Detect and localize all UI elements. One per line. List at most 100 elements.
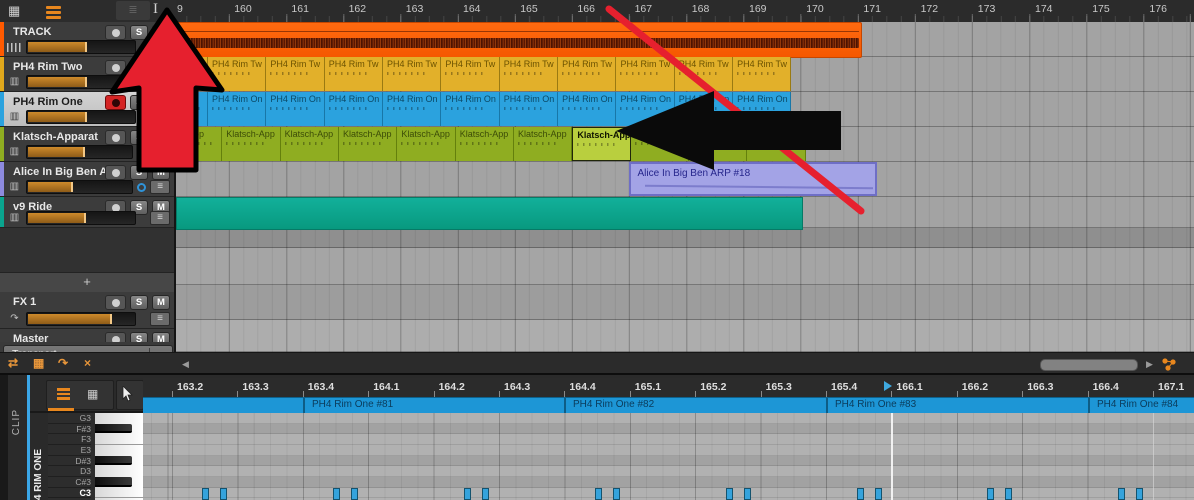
scroll-left-icon[interactable]: ◀ — [182, 359, 189, 370]
solo-button[interactable]: S — [130, 165, 148, 180]
arrangement-clip[interactable]: PH4 Rim On — [324, 92, 384, 126]
track-menu-button[interactable]: ≡ — [150, 211, 170, 225]
midi-note-c3[interactable] — [744, 488, 751, 500]
mute-button[interactable]: M — [152, 60, 170, 75]
arrangement-clip[interactable]: PH4 Rim On — [441, 92, 500, 126]
volume-slider[interactable] — [26, 40, 136, 54]
audio-clip[interactable] — [176, 22, 862, 58]
track-menu-button[interactable]: ≡ — [150, 145, 170, 159]
track-row-v9-ride[interactable]: v9 Ride S M ▥ ≡ — [0, 197, 174, 228]
layers-button[interactable]: ≣ — [116, 1, 150, 20]
volume-slider[interactable] — [26, 110, 136, 124]
mute-button[interactable]: M — [152, 165, 170, 180]
volume-slider[interactable] — [26, 312, 136, 326]
arrangement-clip[interactable]: PH4 Rim Tw — [733, 57, 792, 91]
midi-note-c3[interactable] — [875, 488, 882, 500]
track-row-track[interactable]: TRACK S M — [0, 22, 174, 57]
undo-arrow-icon[interactable]: ↷ — [58, 356, 68, 370]
arrangement-area[interactable]: PH4 Rim Tw PH4 Rim Tw PH4 Rim Tw PH4 Rim Tw… — [176, 22, 1194, 352]
midi-note-c3[interactable] — [857, 488, 864, 500]
pointer-tool-button[interactable] — [116, 380, 144, 410]
arrangement-clip[interactable]: Klatsch-App — [222, 127, 281, 161]
arrangement-clip[interactable]: PH4 Rim Tw — [441, 57, 500, 91]
track-menu-button[interactable]: ≡ — [150, 312, 170, 326]
arrangement-clip[interactable]: PH4 Rim On — [674, 92, 734, 126]
solo-button[interactable]: S — [130, 60, 148, 75]
arrangement-clip[interactable]: Klatsch-App — [397, 127, 456, 161]
close-icon[interactable]: × — [84, 356, 91, 370]
note-grid[interactable] — [143, 413, 1194, 500]
arrangement-clip[interactable]: Klatsch-App — [455, 127, 515, 161]
record-arm-button[interactable] — [105, 165, 126, 180]
midi-note-c3[interactable] — [220, 488, 227, 500]
arrangement-clip[interactable]: Or — [176, 92, 208, 126]
mute-button[interactable]: M — [152, 95, 170, 110]
track-row-ph4-rim-two[interactable]: PH4 Rim Two S M ▥ — [0, 57, 174, 92]
midi-note-c3[interactable] — [333, 488, 340, 500]
ibeam-tool-icon[interactable]: I — [153, 1, 158, 18]
black-key-fs3[interactable] — [95, 423, 132, 434]
editor-clip-segment[interactable]: PH4 Rim One #84 — [1088, 398, 1194, 414]
volume-slider[interactable] — [25, 180, 134, 194]
track-row-klatsch-apparat[interactable]: Klatsch-Apparat S M ▥ ≡ — [0, 127, 174, 162]
arrangement-clip[interactable]: PH4 Rim Tw — [324, 57, 384, 91]
track-row-fx-1[interactable]: FX 1 S M ↷ ≡ — [0, 292, 174, 329]
black-key-ds3[interactable] — [95, 455, 132, 466]
solo-button[interactable]: S — [130, 95, 148, 110]
arrangement-clip[interactable]: PH4 Rim On — [733, 92, 792, 126]
horizontal-scrollbar[interactable] — [1040, 359, 1138, 371]
arrangement-clip[interactable] — [176, 57, 208, 91]
arrangement-clip[interactable]: Klatsch-App — [747, 127, 806, 161]
molecule-icon[interactable] — [1160, 357, 1178, 372]
midi-note-c3[interactable] — [1005, 488, 1012, 500]
arrangement-clip[interactable]: Klatsch-App — [689, 127, 748, 161]
midi-note-c3[interactable] — [351, 488, 358, 500]
arrangement-clip[interactable]: PH4 Rim Tw — [208, 57, 267, 91]
arrangement-clip[interactable]: PH4 Rim Tw — [266, 57, 325, 91]
editor-clip-segment[interactable]: PH4 Rim One #82 — [564, 398, 826, 414]
menu-bars-icon[interactable] — [46, 6, 61, 21]
arrangement-clip[interactable]: PH4 Rim On — [383, 92, 442, 126]
record-arm-button[interactable] — [105, 60, 126, 75]
arrangement-clip[interactable]: Klatsch-App — [514, 127, 573, 161]
arrangement-timeline-ruler[interactable]: 9 160 161 162 163 164 165 166 167 168 169 170 171 172… — [176, 0, 1194, 23]
record-arm-button[interactable] — [105, 295, 126, 310]
track-menu-button[interactable]: ≡ — [150, 180, 170, 194]
arrangement-clip[interactable]: PH4 Rim Tw — [616, 57, 675, 91]
arrangement-clip[interactable]: PH4 Rim Tw — [674, 57, 734, 91]
midi-note-c3[interactable] — [987, 488, 994, 500]
midi-note-c3[interactable] — [202, 488, 209, 500]
audio-clip-v9-ride[interactable] — [176, 197, 803, 230]
track-row-ph4-rim-one[interactable]: PH4 Rim One S M ▥ — [0, 92, 174, 127]
solo-button[interactable]: S — [130, 25, 148, 40]
midi-note-c3[interactable] — [1118, 488, 1125, 500]
mute-button[interactable]: M — [152, 25, 170, 40]
black-key-cs3[interactable] — [95, 476, 132, 487]
swap-arrows-icon[interactable]: ⇄ — [8, 356, 18, 370]
arrangement-clip[interactable]: PH4 Rim On — [208, 92, 267, 126]
grid-icon[interactable]: ▦ — [33, 356, 44, 370]
playhead-marker[interactable] — [884, 381, 893, 391]
scroll-right-icon[interactable]: ▶ — [1146, 359, 1153, 370]
editor-clip-segment[interactable]: PH4 Rim One #83 — [826, 398, 1088, 414]
arrangement-clip[interactable]: PH4 Rim On — [499, 92, 559, 126]
volume-slider[interactable] — [25, 145, 134, 159]
clip-panel-tab[interactable]: CLIP — [8, 375, 27, 500]
midi-note-c3[interactable] — [482, 488, 489, 500]
midi-note-c3[interactable] — [726, 488, 733, 500]
arrangement-clip[interactable]: h-App — [176, 127, 222, 161]
arrangement-clip[interactable]: PH4 Rim On — [616, 92, 675, 126]
chevron-down-icon[interactable]: ▾ — [166, 7, 170, 15]
arrangement-clip[interactable]: PH4 Rim On — [266, 92, 325, 126]
track-row-alice-in-big-ben-arp[interactable]: Alice In Big Ben ARP S M ▥ ≡ — [0, 162, 174, 197]
volume-slider[interactable] — [26, 75, 136, 89]
arrangement-clip[interactable]: Klatsch-App — [280, 127, 339, 161]
editor-clip-segment[interactable]: PH4 Rim One #81 — [303, 398, 564, 414]
solo-button[interactable]: S — [130, 295, 148, 310]
editor-beat-ruler[interactable]: 163.2 163.3 163.4 164.1 164.2 164.3 164.4 165.1… — [143, 378, 1194, 397]
midi-clip-alice[interactable]: Alice In Big Ben ARP #18 — [628, 162, 877, 196]
arrangement-clip[interactable]: PH4 Rim On — [558, 92, 617, 126]
mute-button[interactable]: M — [152, 130, 170, 145]
midi-note-c3[interactable] — [613, 488, 620, 500]
midi-note-c3[interactable] — [595, 488, 602, 500]
